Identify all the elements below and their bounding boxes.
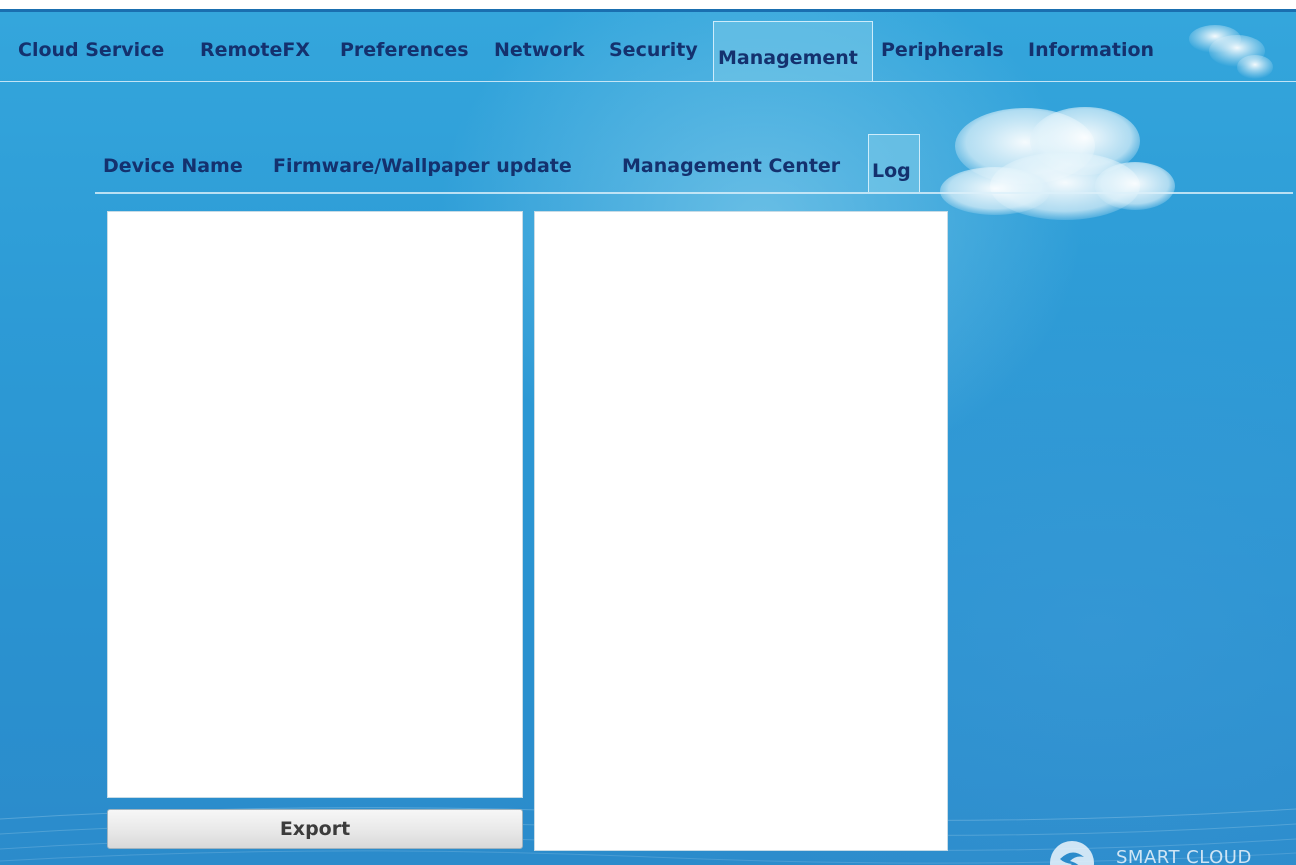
brand-footer: SMART CLOUD — [1040, 837, 1296, 865]
subtab-device-name[interactable]: Device Name — [103, 155, 243, 177]
subtab-management-center[interactable]: Management Center — [622, 155, 840, 177]
smart-cloud-logo-icon — [1050, 841, 1094, 865]
subtab-firmware-wallpaper-update[interactable]: Firmware/Wallpaper update — [273, 155, 572, 177]
export-button[interactable]: Export — [107, 809, 523, 849]
sub-tab-divider — [95, 192, 1293, 194]
subtab-log[interactable]: Log — [868, 134, 920, 192]
brand-text: SMART CLOUD — [1116, 847, 1252, 865]
log-file-list[interactable] — [107, 211, 523, 798]
settings-window: Cloud Service RemoteFX Preferences Netwo… — [0, 9, 1296, 865]
log-content-view[interactable] — [534, 211, 948, 851]
management-sub-tab-bar: Device Name Firmware/Wallpaper update Ma… — [0, 9, 1296, 209]
